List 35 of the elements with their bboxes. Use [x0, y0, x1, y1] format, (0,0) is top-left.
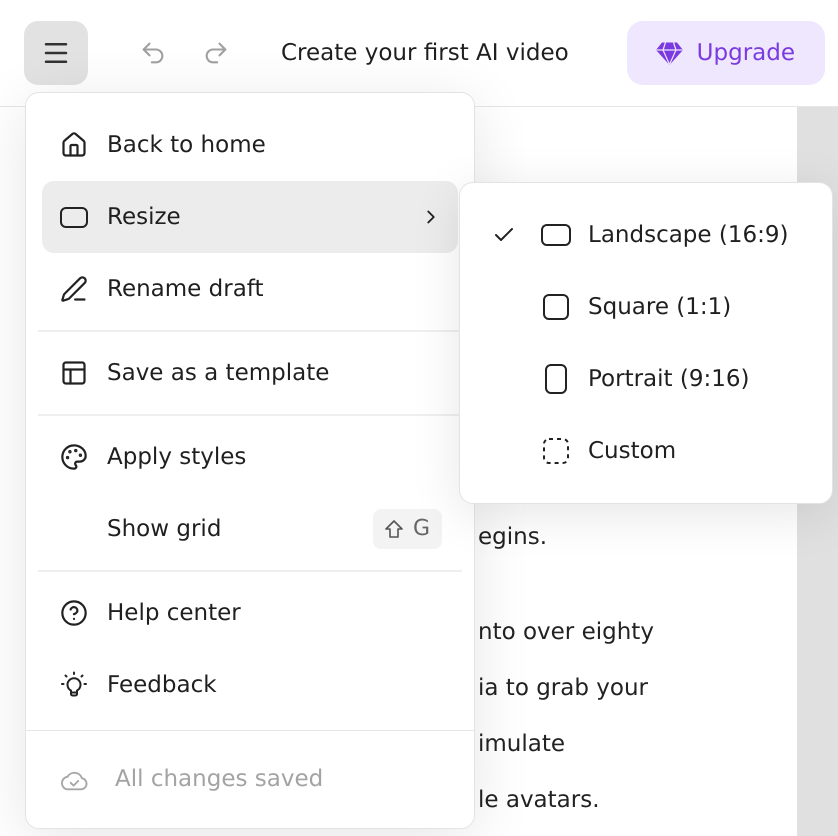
document-text: egins. — [478, 523, 548, 552]
square-icon — [543, 294, 569, 320]
layout-icon — [60, 359, 88, 387]
document-text: nto over eighty — [478, 618, 655, 647]
menu-item[interactable]: Resize — [42, 181, 458, 253]
submenu-item[interactable]: Square (1:1) — [460, 271, 832, 343]
menu-item[interactable]: Back to home — [42, 109, 458, 181]
menu-item[interactable]: Feedback — [42, 649, 458, 721]
document-title: Create your first AI video — [281, 38, 569, 68]
shift-icon — [384, 520, 403, 538]
menu-item[interactable]: Save as a template — [42, 337, 458, 409]
gem-icon — [656, 42, 683, 64]
submenu-item[interactable]: Portrait (9:16) — [460, 343, 832, 415]
help-icon — [60, 599, 88, 627]
rectangle-icon — [60, 206, 88, 228]
home-icon — [60, 131, 88, 159]
landscape-icon — [541, 224, 571, 246]
dashed-square-icon — [543, 438, 569, 464]
palette-icon — [60, 443, 88, 471]
upgrade-button[interactable]: Upgrade — [626, 21, 825, 85]
document-text: le avatars. — [478, 786, 601, 815]
document-text: ia to grab your — [478, 674, 649, 703]
pencil-icon — [60, 275, 88, 303]
menu-item[interactable]: Rename draft — [42, 253, 458, 325]
shortcut-key-label: G — [412, 518, 430, 540]
submenu-item[interactable]: Landscape (16:9) — [460, 199, 832, 271]
submenu-item[interactable]: Custom — [460, 415, 832, 487]
menu-item[interactable]: Apply styles — [42, 421, 458, 493]
menu-item[interactable]: Show grid G — [42, 493, 458, 565]
save-status: All changes saved — [115, 765, 324, 794]
document-text: imulate — [478, 730, 566, 759]
menu-item[interactable]: Help center — [42, 577, 458, 649]
portrait-icon — [545, 364, 567, 394]
lightbulb-icon — [60, 671, 88, 699]
menu-button[interactable] — [24, 21, 88, 85]
